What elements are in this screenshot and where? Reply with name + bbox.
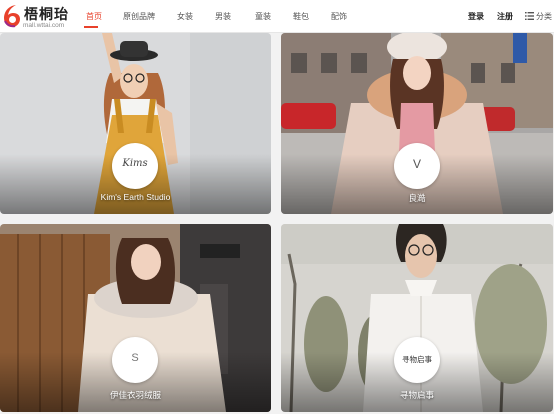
- brand-card-lianghao[interactable]: V 良澔: [281, 33, 553, 214]
- logo-url: mall.wttai.com: [23, 22, 65, 29]
- brand-logo-circle: V: [394, 143, 440, 189]
- brand-name-xunwuqishi: 寻物启事: [399, 390, 434, 400]
- login-link[interactable]: 登录: [468, 11, 484, 22]
- nav-item-mens[interactable]: 男装: [215, 11, 231, 22]
- brand-logo-circle: S: [112, 337, 158, 383]
- brand-logo-xunwuqishi: 寻物启事: [402, 355, 432, 364]
- nav-item-womens[interactable]: 女装: [177, 11, 193, 22]
- user-area: 登录 注册 分类: [464, 0, 554, 33]
- categories-link[interactable]: 分类: [536, 11, 552, 22]
- nav-item-shoes-bags[interactable]: 鞋包: [293, 11, 309, 22]
- nav-item-home[interactable]: 首页: [86, 11, 102, 22]
- nav-item-original-brands[interactable]: 原创品牌: [123, 11, 155, 22]
- brand-card-kims[interactable]: Kims Kim's Earth Studio: [0, 33, 271, 214]
- brand-name-yijiayi: 伊佳衣羽绒服: [109, 390, 161, 400]
- brand-card-xunwuqishi[interactable]: 寻物启事 寻物启事: [281, 224, 553, 412]
- nav-item-kids[interactable]: 童装: [255, 11, 271, 22]
- logo-mark-icon: [4, 5, 20, 28]
- brand-logo-circle: 寻物启事: [394, 337, 440, 383]
- brand-logo-yijiayi: S: [131, 352, 139, 364]
- register-link[interactable]: 注册: [497, 11, 513, 22]
- nav-item-accessories[interactable]: 配饰: [331, 11, 347, 22]
- site-logo[interactable]: 梧桐珆 mall.wttai.com: [2, 3, 72, 30]
- brand-name-lianghao: 良澔: [408, 193, 426, 203]
- list-icon: [525, 12, 534, 20]
- top-header: 梧桐珆 mall.wttai.com 首页 原创品牌 女装 男装 童装 鞋包 配…: [0, 0, 554, 33]
- brand-logo-lianghao: V: [412, 157, 421, 171]
- nav-active-underline: [84, 26, 98, 28]
- brand-name-kims: Kim's Earth Studio: [100, 192, 171, 202]
- brand-card-yijiayi[interactable]: S 伊佳衣羽绒服: [0, 224, 271, 412]
- logo-name: 梧桐珆: [24, 7, 69, 23]
- brand-logo-kims: Kims: [122, 158, 148, 169]
- brand-logo-circle: Kims: [112, 143, 158, 189]
